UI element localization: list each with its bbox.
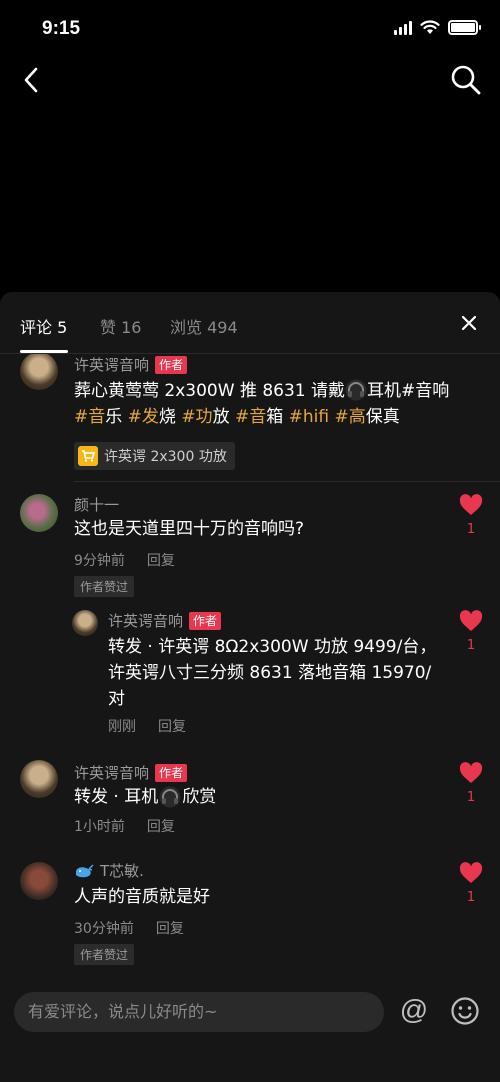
tab-comments[interactable]: 评论 5 bbox=[20, 314, 67, 338]
comment-item: T芯敏. 人声的音质就是好 30分钟前 回复 作者赞过 1 bbox=[0, 854, 500, 974]
text-segment: 放 bbox=[212, 407, 235, 427]
comment-text: 人声的音质就是好 bbox=[74, 887, 210, 907]
author-line: 许英谔音响 作者 bbox=[108, 610, 222, 631]
at-mention-icon[interactable]: @ bbox=[398, 994, 430, 1028]
text-segment: 保真 bbox=[365, 407, 400, 427]
comment-meta: 9分钟前 回复 bbox=[74, 550, 175, 570]
emoji-icon[interactable] bbox=[450, 996, 480, 1026]
headphones-emoji-icon bbox=[159, 786, 181, 808]
comment-meta: 30分钟前 回复 bbox=[74, 918, 184, 938]
status-icons bbox=[394, 20, 481, 35]
heart-icon bbox=[459, 762, 483, 783]
author-badge: 作者 bbox=[189, 611, 222, 630]
avatar[interactable] bbox=[20, 862, 58, 900]
hashtag[interactable]: #hifi bbox=[289, 407, 329, 427]
text-segment: 烧 bbox=[158, 407, 182, 427]
comment-time: 刚刚 bbox=[108, 719, 136, 735]
text-segment: 耳机#音响 bbox=[367, 381, 450, 401]
author-name[interactable]: 颜十一 bbox=[74, 494, 119, 515]
wifi-icon bbox=[420, 20, 440, 34]
like-button[interactable]: 1 bbox=[458, 494, 484, 537]
close-icon bbox=[461, 315, 477, 331]
author-liked-chip: 作者赞过 bbox=[74, 944, 135, 965]
comment-meta: 刚刚 回复 bbox=[108, 716, 186, 736]
author-line: 许英谔音响 作者 bbox=[74, 762, 188, 783]
comment-input[interactable]: 有爱评论，说点儿好听的~ bbox=[14, 992, 384, 1032]
comment-item: 许英谔音响 作者 葬心黄莺莺 2x300W 推 8631 请戴 耳机#音响 #音乐… bbox=[0, 354, 500, 482]
comment-text: 这也是天道里四十万的音响吗? bbox=[74, 519, 305, 539]
author-badge: 作者 bbox=[155, 763, 188, 782]
like-count: 1 bbox=[466, 890, 476, 905]
product-chip[interactable]: 许英谔 2x300 功放 bbox=[74, 442, 235, 470]
divider bbox=[74, 481, 500, 482]
avatar[interactable] bbox=[20, 760, 58, 798]
reply-button[interactable]: 回复 bbox=[158, 716, 186, 736]
author-name[interactable]: 许英谔音响 bbox=[74, 762, 149, 783]
avatar[interactable] bbox=[20, 354, 58, 390]
heart-icon bbox=[459, 862, 483, 883]
avatar[interactable] bbox=[20, 494, 58, 532]
author-name[interactable]: 许英谔音响 bbox=[108, 610, 183, 631]
hashtag[interactable]: #功 bbox=[181, 407, 212, 427]
comment-text: 转发 · 耳机 欣赏 bbox=[74, 784, 434, 810]
text-segment: 乐 bbox=[105, 407, 128, 427]
back-arrow-icon bbox=[24, 67, 38, 93]
like-button[interactable]: 1 bbox=[458, 762, 484, 805]
heart-icon bbox=[459, 610, 483, 631]
author-liked-chip: 作者赞过 bbox=[74, 576, 135, 597]
whale-icon bbox=[76, 863, 94, 877]
like-count: 1 bbox=[466, 790, 476, 805]
comment-tabs: 评论 5 赞 16 浏览 494 bbox=[0, 292, 500, 354]
comment-text-pre: 转发 · 耳机 bbox=[74, 787, 159, 807]
product-title: 许英谔 2x300 功放 bbox=[104, 449, 227, 465]
status-bar: 9:15 bbox=[0, 0, 500, 60]
author-badge: 作者 bbox=[155, 355, 188, 374]
hashtag[interactable]: #发 bbox=[128, 407, 159, 427]
comment-meta: 1小时前 回复 bbox=[74, 816, 175, 836]
text-segment: 葬心黄莺莺 2x300W 推 8631 请戴 bbox=[74, 381, 346, 401]
headphones-emoji-icon bbox=[345, 379, 367, 401]
comment-item: 许英谔音响 作者 转发 · 耳机 欣赏 1小时前 回复 1 bbox=[0, 754, 500, 844]
hashtag[interactable]: #音 bbox=[74, 407, 105, 427]
like-count: 1 bbox=[466, 522, 476, 537]
close-button[interactable] bbox=[458, 312, 480, 334]
search-icon bbox=[451, 65, 481, 95]
back-button[interactable] bbox=[16, 62, 46, 98]
author-line: 许英谔音响 作者 bbox=[74, 354, 188, 375]
reply-button[interactable]: 回复 bbox=[156, 918, 184, 938]
comments-sheet: 评论 5 赞 16 浏览 494 许英谔音响 作者 葬心黄莺莺 2x300W 推… bbox=[0, 292, 500, 1082]
reply-button[interactable]: 回复 bbox=[147, 816, 175, 836]
comment-time: 1小时前 bbox=[74, 819, 125, 835]
author-name[interactable]: T芯敏. bbox=[100, 860, 144, 881]
battery-icon bbox=[448, 20, 481, 35]
tab-likes[interactable]: 赞 16 bbox=[100, 314, 141, 338]
active-tab-indicator bbox=[20, 350, 68, 353]
hashtag[interactable]: #音 bbox=[235, 407, 266, 427]
author-name[interactable]: 许英谔音响 bbox=[74, 354, 149, 375]
comment-list: 许英谔音响 作者 葬心黄莺莺 2x300W 推 8631 请戴 耳机#音响 #音乐… bbox=[0, 354, 500, 974]
like-button[interactable]: 1 bbox=[458, 862, 484, 905]
avatar[interactable] bbox=[72, 610, 98, 636]
author-line: T芯敏. bbox=[74, 860, 144, 881]
signal-icon bbox=[394, 20, 412, 35]
like-button[interactable]: 1 bbox=[458, 610, 484, 653]
comment-text: 转发 · 许英谔 8Ω2x300W 功放 9499/台，许英谔八寸三分频 863… bbox=[108, 637, 437, 709]
comment-time: 9分钟前 bbox=[74, 553, 125, 569]
hashtag[interactable]: #高 bbox=[334, 407, 365, 427]
shopping-cart-icon bbox=[78, 446, 98, 466]
like-count: 1 bbox=[466, 638, 476, 653]
tab-views[interactable]: 浏览 494 bbox=[170, 314, 238, 338]
status-time: 9:15 bbox=[42, 18, 81, 39]
comment-input-bar: 有爱评论，说点儿好听的~ @ bbox=[0, 982, 500, 1082]
comment-text: 葬心黄莺莺 2x300W 推 8631 请戴 耳机#音响 #音乐 #发烧 #功放 … bbox=[74, 378, 454, 430]
reply-button[interactable]: 回复 bbox=[147, 550, 175, 570]
search-button[interactable] bbox=[450, 64, 482, 96]
reply-item: 许英谔音响 作者 转发 · 许英谔 8Ω2x300W 功放 9499/台，许英谔… bbox=[0, 602, 500, 742]
heart-icon bbox=[459, 494, 483, 515]
author-line: 颜十一 bbox=[74, 494, 119, 515]
comment-time: 30分钟前 bbox=[74, 921, 134, 937]
comment-item: 颜十一 这也是天道里四十万的音响吗? 9分钟前 回复 作者赞过 1 bbox=[0, 486, 500, 616]
text-segment: 箱 bbox=[266, 407, 289, 427]
comment-text-post: 欣赏 bbox=[182, 787, 217, 807]
